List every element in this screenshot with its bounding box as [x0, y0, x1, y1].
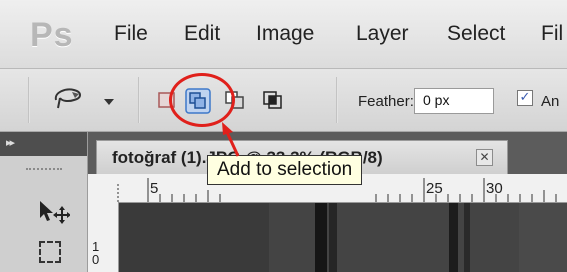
menu-image[interactable]: Image — [256, 22, 314, 46]
feather-input[interactable]: 0 px — [414, 88, 494, 114]
lasso-tool-preset-icon[interactable] — [52, 86, 86, 112]
marquee-tool-icon[interactable] — [39, 241, 61, 263]
collapse-panel-icon[interactable]: ▸▸ — [6, 136, 15, 149]
menu-select[interactable]: Select — [447, 22, 505, 46]
tools-panel-header — [0, 132, 87, 156]
panel-grip[interactable] — [26, 168, 62, 174]
close-icon[interactable]: ✕ — [476, 149, 493, 166]
menu-edit[interactable]: Edit — [184, 22, 220, 46]
menu-file[interactable]: File — [114, 22, 148, 46]
annotation-highlight-circle — [169, 73, 235, 127]
intersect-selection-icon[interactable] — [262, 89, 284, 111]
image-canvas[interactable] — [119, 203, 567, 272]
antialias-label: An — [541, 93, 560, 110]
move-tool-icon[interactable] — [36, 198, 70, 224]
photoshop-logo: Ps — [30, 16, 74, 54]
photo-content — [119, 203, 567, 272]
annotation-arrow-icon — [222, 122, 240, 157]
ruler-tick-label: 30 — [486, 180, 503, 197]
separator — [336, 77, 338, 123]
chevron-down-icon[interactable] — [104, 99, 114, 105]
ruler-tick-label: 5 — [150, 180, 159, 197]
menu-filter[interactable]: Fil — [541, 22, 563, 46]
add-to-selection-tooltip: Add to selection — [207, 155, 363, 185]
antialias-checkbox[interactable]: ✓ — [517, 90, 533, 106]
options-bar-grip — [28, 77, 30, 123]
ruler-tick-label: 25 — [426, 180, 443, 197]
feather-label: Feather: — [358, 93, 414, 110]
separator — [138, 77, 140, 123]
ruler-tick-label: 1 0 — [92, 239, 100, 267]
menu-layer[interactable]: Layer — [356, 22, 409, 46]
